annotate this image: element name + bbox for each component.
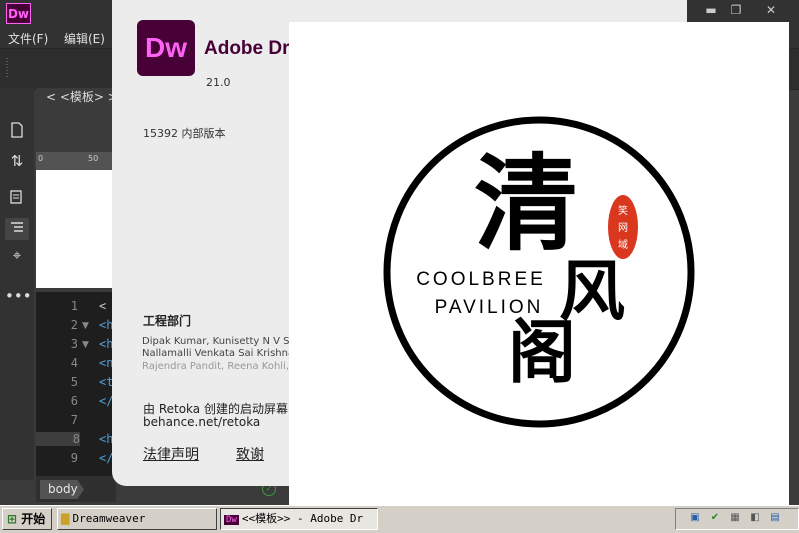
- line-number: 6: [70, 394, 78, 408]
- folder-icon: ▇: [61, 512, 70, 525]
- product-title: Adobe Dr: [204, 38, 290, 59]
- credits-link[interactable]: 致谢: [236, 444, 264, 464]
- tag-selector-body[interactable]: body: [40, 480, 84, 499]
- line-number: 3: [70, 337, 78, 351]
- start-button[interactable]: ⊞ 开始: [2, 508, 52, 530]
- overlay-image: 清 风 阁 COOLBREE PAVILION 笑 网 域: [289, 22, 789, 522]
- task-label: Dreamweaver: [72, 512, 146, 525]
- credit-line: Dipak Kumar, Kunisetty N V SU: [142, 336, 297, 347]
- tray-app-icon[interactable]: ▦: [728, 511, 742, 525]
- svg-text:网: 网: [618, 222, 628, 234]
- logo-char-qing: 清: [474, 142, 578, 265]
- credit-line: Nallamalli Venkata Sai Krishna,: [142, 348, 298, 359]
- toolbar-grip[interactable]: [6, 58, 8, 78]
- close-button[interactable]: ✕: [760, 2, 782, 18]
- app-logo-icon: Dw: [6, 3, 31, 24]
- file-icon[interactable]: [5, 122, 29, 144]
- line-number-active: 8: [36, 432, 80, 446]
- restore-button[interactable]: ❐: [725, 2, 747, 18]
- dreamweaver-logo: Dw: [137, 20, 195, 76]
- document-tab[interactable]: < <模板> >: [36, 88, 122, 106]
- design-view[interactable]: [36, 170, 116, 288]
- credit-line: Rajendra Pandit, Reena Kohli,: [142, 361, 290, 372]
- tool-bar: [0, 88, 34, 480]
- logo-char-ge: 阁: [508, 313, 576, 393]
- ruler: 0 50: [36, 152, 116, 170]
- legal-notices-link[interactable]: 法律声明: [143, 444, 199, 464]
- logo-text-pavilion: PAVILION: [435, 297, 544, 318]
- task-folder[interactable]: ▇ Dreamweaver: [57, 508, 217, 530]
- line-number: 1: [70, 299, 78, 313]
- line-number: 2: [70, 318, 78, 332]
- task-dreamweaver[interactable]: Dw <<模板>> - Adobe Dr: [220, 508, 378, 530]
- engineering-heading: 工程部门: [143, 314, 192, 328]
- more-icon[interactable]: •••: [5, 285, 32, 307]
- tray-volume-icon[interactable]: ◧: [748, 511, 762, 525]
- dw-task-icon: Dw: [224, 515, 239, 525]
- svg-text:域: 域: [618, 238, 628, 251]
- line-number: 5: [70, 375, 78, 389]
- target-icon[interactable]: ⌖: [5, 244, 29, 266]
- tray-monitor-icon[interactable]: ▤: [768, 511, 782, 525]
- start-label: 开始: [21, 512, 46, 526]
- properties-icon[interactable]: [5, 218, 29, 240]
- fold-icon[interactable]: ▼: [82, 340, 89, 350]
- live-view-icon[interactable]: [5, 190, 29, 212]
- line-number: 7: [70, 413, 78, 427]
- line-number: 9: [70, 451, 78, 465]
- behance-link[interactable]: behance.net/retoka: [143, 415, 260, 429]
- tray-network-icon[interactable]: ▣: [688, 511, 702, 525]
- code-line[interactable]: <: [99, 299, 106, 313]
- windows-flag-icon: ⊞: [7, 512, 18, 526]
- tray-shield-icon[interactable]: ✔: [708, 511, 722, 525]
- transfer-icon[interactable]: ⇅: [5, 150, 29, 172]
- minimize-button[interactable]: ▬: [700, 2, 722, 18]
- ruler-label-0: 0: [38, 154, 44, 163]
- menu-edit[interactable]: 编辑(E): [64, 30, 105, 47]
- line-number: 4: [70, 356, 78, 370]
- menu-file[interactable]: 文件(F): [8, 30, 48, 47]
- svg-text:笑: 笑: [618, 204, 628, 217]
- pavilion-logo: 清 风 阁 COOLBREE PAVILION 笑 网 域: [383, 116, 695, 428]
- build-number: 15392 内部版本: [143, 127, 226, 140]
- logo-text-coolbree: COOLBREE: [416, 269, 546, 290]
- fold-icon[interactable]: ▼: [82, 321, 89, 331]
- task-label: <<模板>> - Adobe Dr: [241, 512, 364, 525]
- ruler-label-50: 50: [88, 154, 99, 163]
- version-number: 21.0: [206, 76, 231, 89]
